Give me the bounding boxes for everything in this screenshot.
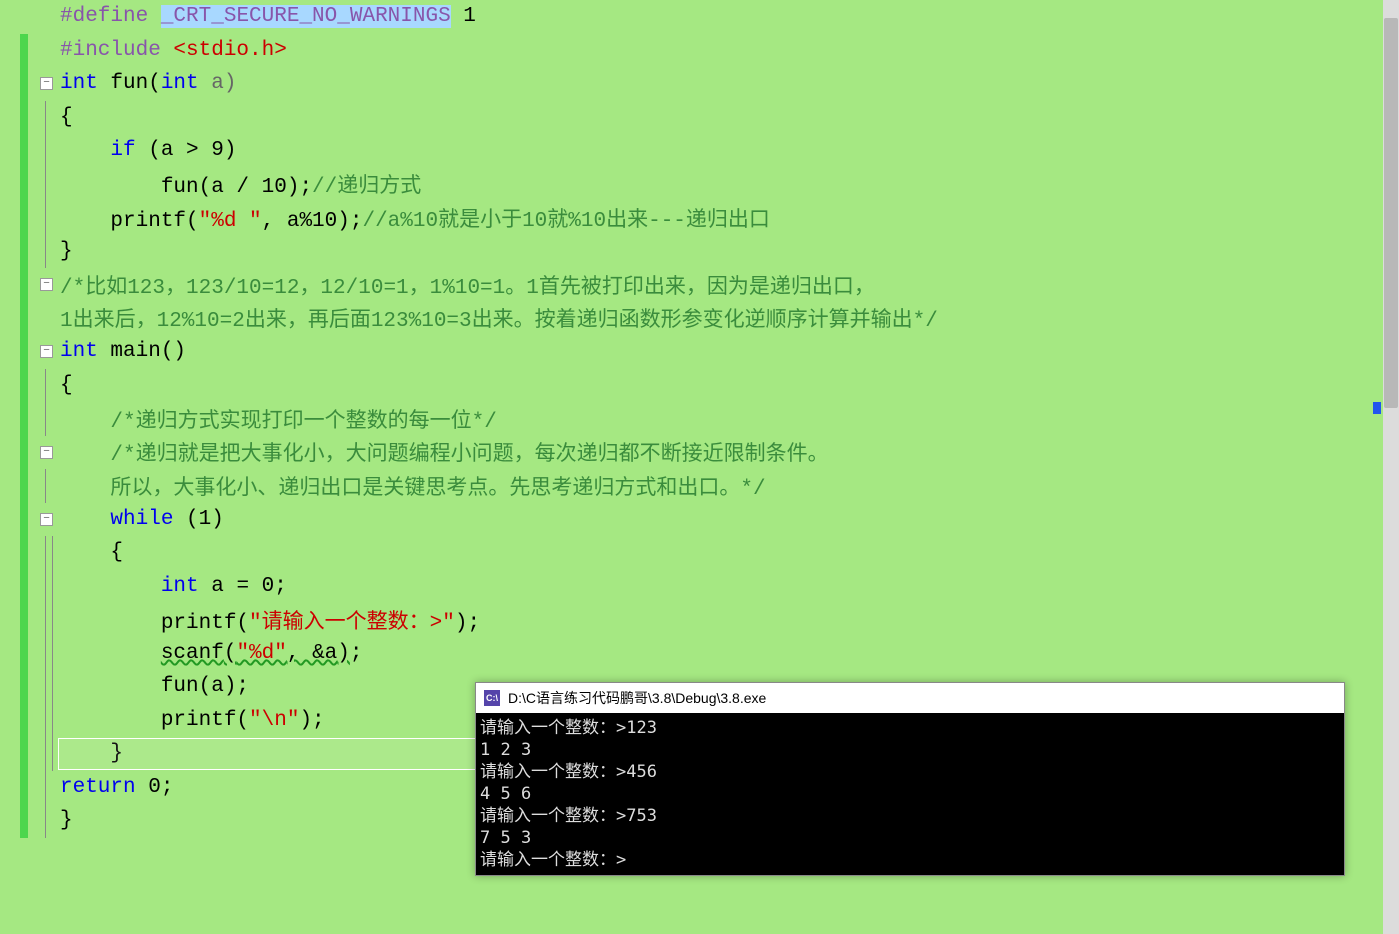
- code-line: − int main(): [0, 335, 1399, 369]
- console-line: 7 5 3: [480, 827, 1340, 849]
- console-title: D:\C语言练习代码鹏哥\3.8\Debug\3.8.exe: [508, 688, 766, 708]
- code-line: printf("%d ", a%10);//a%10就是小于10就%10出来--…: [0, 201, 1399, 235]
- code-line: }: [0, 235, 1399, 269]
- console-line: 请输入一个整数：>753: [480, 805, 1340, 827]
- code-line: printf("请输入一个整数：>");: [0, 603, 1399, 637]
- console-output: 请输入一个整数：>123 1 2 3 请输入一个整数：>456 4 5 6 请输…: [476, 713, 1344, 875]
- fold-toggle-icon[interactable]: −: [40, 278, 53, 291]
- fold-toggle-icon[interactable]: −: [40, 446, 53, 459]
- code-line: #include <stdio.h>: [0, 34, 1399, 68]
- console-titlebar[interactable]: C:\ D:\C语言练习代码鹏哥\3.8\Debug\3.8.exe: [476, 683, 1344, 713]
- fold-toggle-icon[interactable]: −: [40, 513, 53, 526]
- console-line: 请输入一个整数：>: [480, 849, 1340, 871]
- code-line: {: [0, 369, 1399, 403]
- code-line: fun(a / 10);//递归方式: [0, 168, 1399, 202]
- code-line: − /*比如123，123/10=12，12/10=1，1%10=1。1首先被打…: [0, 268, 1399, 302]
- code-line: − int fun(int a): [0, 67, 1399, 101]
- console-line: 4 5 6: [480, 783, 1340, 805]
- console-line: 请输入一个整数：>456: [480, 761, 1340, 783]
- code-line: /*递归方式实现打印一个整数的每一位*/: [0, 402, 1399, 436]
- code-line: {: [0, 536, 1399, 570]
- code-line: int a = 0;: [0, 570, 1399, 604]
- code-line: {: [0, 101, 1399, 135]
- code-line: 所以，大事化小、递归出口是关键思考点。先思考递归方式和出口。*/: [0, 469, 1399, 503]
- code-line: if (a > 9): [0, 134, 1399, 168]
- console-line: 1 2 3: [480, 739, 1340, 761]
- fold-toggle-icon[interactable]: −: [40, 77, 53, 90]
- scroll-marker: [1373, 402, 1381, 414]
- fold-toggle-icon[interactable]: −: [40, 345, 53, 358]
- console-window[interactable]: C:\ D:\C语言练习代码鹏哥\3.8\Debug\3.8.exe 请输入一个…: [475, 682, 1345, 876]
- code-line: − while (1): [0, 503, 1399, 537]
- vertical-scrollbar[interactable]: [1383, 0, 1399, 934]
- code-line: #define _CRT_SECURE_NO_WARNINGS 1: [0, 0, 1399, 34]
- code-line: − /*递归就是把大事化小，大问题编程小问题，每次递归都不断接近限制条件。: [0, 436, 1399, 470]
- console-line: 请输入一个整数：>123: [480, 717, 1340, 739]
- console-icon: C:\: [484, 690, 500, 706]
- scrollbar-thumb[interactable]: [1384, 18, 1398, 408]
- code-line: scanf("%d", &a);: [0, 637, 1399, 671]
- code-line: 1出来后，12%10=2出来，再后面123%10=3出来。按着递归函数形参变化逆…: [0, 302, 1399, 336]
